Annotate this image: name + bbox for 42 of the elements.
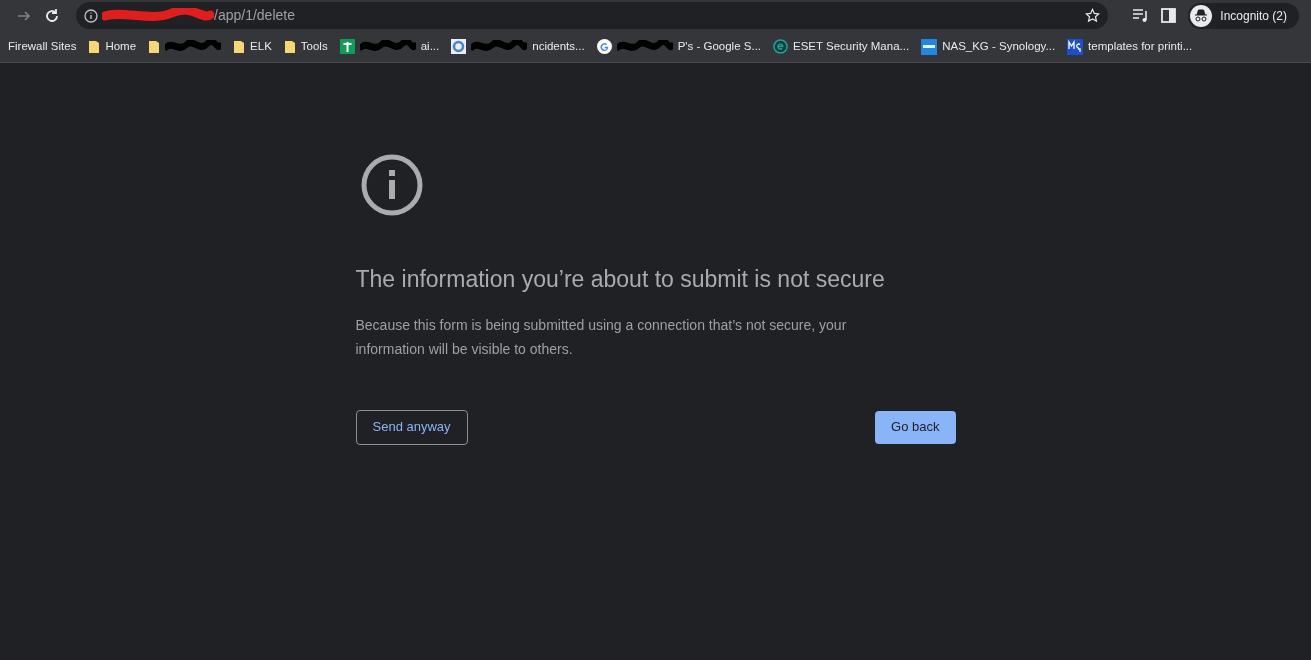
go-back-button[interactable]: Go back xyxy=(875,410,956,444)
bookmark-label: Firewall Sites xyxy=(8,38,77,54)
reload-icon[interactable] xyxy=(44,7,60,24)
info-icon xyxy=(359,153,424,217)
folder-icon xyxy=(88,39,101,54)
mg-logo-icon xyxy=(1067,38,1084,55)
bookmark-label: ai... xyxy=(420,38,440,54)
address-bar[interactable]: /app/1/delete xyxy=(76,2,1109,29)
star-icon[interactable] xyxy=(1085,8,1101,23)
url-text: /app/1/delete xyxy=(214,6,295,25)
send-anyway-button[interactable]: Send anyway xyxy=(355,409,468,445)
folder-icon xyxy=(148,39,161,54)
ring-icon xyxy=(451,39,467,54)
side-panel-icon[interactable] xyxy=(1161,8,1177,23)
bookmark[interactable]: ai... xyxy=(333,34,446,59)
bookmark[interactable]: Tools xyxy=(277,34,334,59)
bookmark[interactable]: P's - Google S... xyxy=(590,34,768,59)
media-icon[interactable] xyxy=(1132,8,1150,23)
e-logo-icon xyxy=(773,39,789,54)
bookmark-label: P's - Google S... xyxy=(677,38,762,54)
bookmark[interactable]: Firewall Sites xyxy=(2,34,83,59)
bookmark[interactable]: NAS_KG - Synology... xyxy=(915,34,1062,59)
bookmark[interactable]: Home xyxy=(82,34,143,59)
g-logo-icon xyxy=(596,39,612,54)
folder-icon xyxy=(283,39,296,54)
folder-icon xyxy=(233,39,246,54)
bookmark-label: templates for printi... xyxy=(1088,38,1193,54)
bookmark-label: Tools xyxy=(300,38,328,54)
bookmark-label: Home xyxy=(105,38,137,54)
incognito-icon xyxy=(1190,4,1213,27)
bookmark[interactable]: ESET Security Mana... xyxy=(767,34,916,59)
bookmark-label: ESET Security Mana... xyxy=(793,38,910,54)
profile-button[interactable]: Incognito (2) xyxy=(1188,2,1299,29)
bookmark[interactable]: templates for printi... xyxy=(1061,34,1199,59)
bookmark-label: ELK xyxy=(250,38,272,54)
warning-title: The information you’re about to submit is not secure xyxy=(355,265,886,294)
bookmark[interactable]: ncidents... xyxy=(445,34,591,59)
bookmark[interactable]: ELK xyxy=(227,34,278,59)
warning-message: Because this form is being submitted using a connection that’s not secure, your information will be visible to others. xyxy=(355,315,848,359)
bookmark-label: NAS_KG - Synology... xyxy=(942,38,1056,54)
bookmark-label: ncidents... xyxy=(532,38,585,54)
info-icon[interactable] xyxy=(84,8,98,23)
